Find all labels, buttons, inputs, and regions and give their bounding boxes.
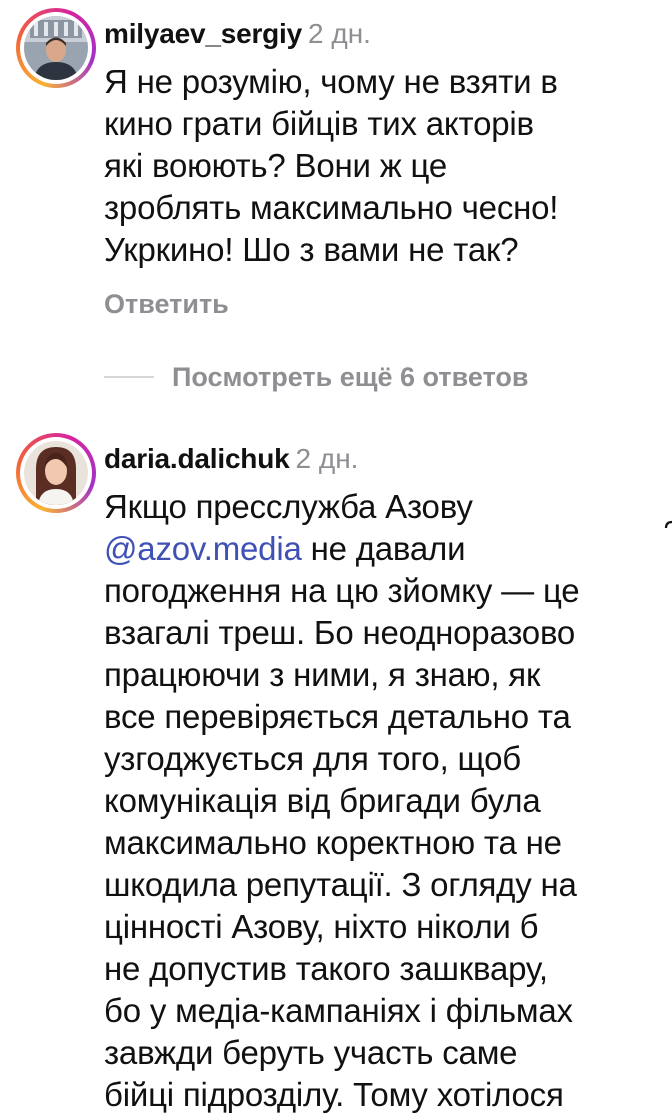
comment-line: узгоджується для того, щоб (104, 740, 521, 777)
view-more-replies-button[interactable]: Посмотреть ещё 6 ответов (104, 359, 528, 395)
comment-line: цінності Азову, ніхто ніколи б (104, 908, 539, 945)
comment-line: кино грати бійців тих акторів (104, 105, 534, 142)
comment-line: комунікація від бригади була (104, 782, 541, 819)
comment-line: Я не розумію, чому не взяти в (104, 63, 558, 100)
comment-line-rest: не давали (301, 530, 466, 567)
comment-line: зроблять максимально чесно! (104, 189, 559, 226)
comment-line: не допустив такого зашквару, (104, 950, 548, 987)
avatar-photo-icon (24, 441, 88, 505)
comment-line: які воюють? Вони ж це (104, 147, 448, 184)
comment-header: milyaev_sergiy 2 дн. (104, 16, 371, 52)
divider-line (104, 376, 154, 378)
comment-line: погодження на цю зйомку — це (104, 572, 580, 609)
username[interactable]: daria.dalichuk (104, 443, 290, 474)
comment-header: daria.dalichuk 2 дн. (104, 441, 358, 477)
avatar[interactable] (24, 441, 88, 505)
view-more-replies-label: Посмотреть ещё 6 ответов (172, 361, 529, 392)
comment-line: завжди беруть участь саме (104, 1034, 518, 1071)
avatar[interactable] (24, 16, 88, 80)
comment-line: бо у медіа-кампаніях і фільмах (104, 992, 573, 1029)
comment-line: максимально коректною та не (104, 824, 562, 861)
story-ring[interactable] (16, 433, 96, 513)
comment-text: Я не розумію, чому не взяти в кино грати… (104, 61, 664, 271)
avatar-photo-icon (24, 16, 88, 80)
timestamp: 2 дн. (308, 18, 371, 49)
story-ring[interactable] (16, 8, 96, 88)
comment-line: взагалі треш. Бо неодноразово (104, 614, 576, 651)
comment-line: @azov.media не давали (104, 528, 664, 570)
reply-button[interactable]: Ответить (104, 287, 229, 321)
comment-line: все перевіряється детально та (104, 698, 571, 735)
comment-line: шкодила репутації. З огляду на (104, 866, 577, 903)
comment-line: Укркино! Шо з вами не так? (104, 231, 519, 268)
mention-link[interactable]: @azov.media (104, 530, 302, 567)
username[interactable]: milyaev_sergiy (104, 18, 302, 49)
like-heart-icon[interactable] (664, 520, 672, 542)
comment-text: Якщо пресслужба Азову @azov.media не дав… (104, 486, 664, 1116)
comment-line: працюючи з ними, я знаю, як (104, 656, 541, 693)
timestamp: 2 дн. (295, 443, 359, 474)
comment-line: бійці підрозділу. Тому хотілося (104, 1076, 564, 1113)
comment-line: Якщо пресслужба Азову (104, 488, 473, 525)
